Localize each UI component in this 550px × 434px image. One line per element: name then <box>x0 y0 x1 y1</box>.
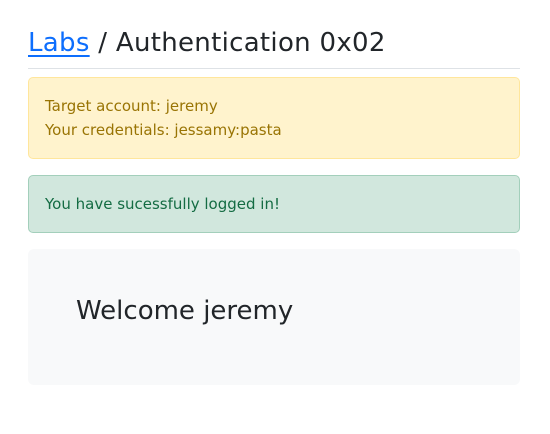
credentials-text: Your credentials: jessamy:pasta <box>45 121 282 139</box>
target-account-text: Target account: jeremy <box>45 97 218 115</box>
breadcrumb-separator: / <box>89 28 116 58</box>
page-container: Labs / Authentication 0x02 Target accoun… <box>28 0 520 385</box>
page-title: Labs / Authentication 0x02 <box>28 0 520 59</box>
breadcrumb-link-labs[interactable]: Labs <box>28 28 90 58</box>
title-divider <box>28 68 520 69</box>
success-message: You have sucessfully logged in! <box>45 195 280 213</box>
login-success-alert: You have sucessfully logged in! <box>28 175 520 233</box>
credentials-alert: Target account: jeremy Your credentials:… <box>28 77 520 159</box>
page-title-text: Authentication 0x02 <box>115 28 386 58</box>
welcome-heading: Welcome jeremy <box>76 296 294 326</box>
welcome-panel: Welcome jeremy <box>28 249 520 385</box>
